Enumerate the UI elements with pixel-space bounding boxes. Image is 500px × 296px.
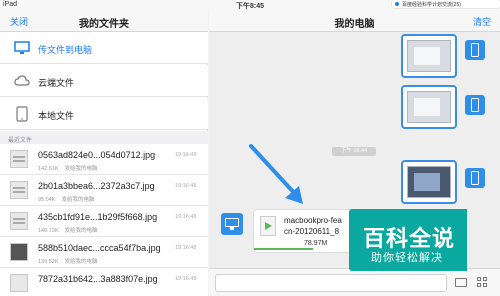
file-row[interactable]: 588b510daec...ccca54f7ba.jpg 139.52K 发给我的… bbox=[0, 237, 208, 268]
message-input[interactable] bbox=[215, 274, 447, 292]
computer-avatar-icon bbox=[221, 213, 243, 235]
phone-avatar-icon bbox=[465, 168, 485, 188]
file-time: 19:16:48 bbox=[175, 276, 197, 282]
file-time: 19:16:48 bbox=[175, 183, 197, 189]
image-thumbnail bbox=[10, 243, 28, 261]
file-size: 139.52K bbox=[38, 259, 59, 265]
left-pane: 关闭 我的文件夹 传文件到电脑 云端文件 本地文件 最近文件 0563ad824… bbox=[0, 10, 208, 296]
file-time: 19:16:48 bbox=[175, 245, 197, 251]
image-thumbnail bbox=[10, 150, 28, 168]
right-pane-title: 我的电脑 bbox=[334, 19, 375, 30]
menu-local-files[interactable]: 本地文件 bbox=[0, 98, 208, 130]
cloud-icon bbox=[14, 75, 30, 86]
file-name: 0563ad824e0...054d0712.jpg bbox=[38, 150, 156, 160]
image-thumbnail bbox=[10, 274, 28, 292]
file-message[interactable]: macbookpro-fea cn-20120611_8 78.97M bbox=[253, 209, 353, 253]
left-nav-bar: 关闭 我的文件夹 bbox=[0, 10, 208, 32]
menu-cloud-files[interactable]: 云端文件 bbox=[0, 65, 208, 97]
clear-button[interactable]: 清空 bbox=[473, 15, 491, 28]
file-row[interactable]: 0563ad824e0...054d0712.jpg 142.61K 发给我的电脑… bbox=[0, 144, 208, 175]
notification-text: 百度经验科学计划交流(25) bbox=[402, 2, 461, 8]
video-file-icon bbox=[260, 216, 276, 236]
notification-icon bbox=[395, 2, 399, 6]
file-source: 发给我的电脑 bbox=[64, 166, 98, 172]
file-source: 发给我的电脑 bbox=[61, 197, 95, 203]
file-meta: 140.73K 发给我的电脑 bbox=[38, 226, 104, 234]
phone-avatar-icon bbox=[465, 40, 485, 60]
file-time: 19:16:48 bbox=[175, 214, 197, 220]
watermark-logo: 百科全说 助你轻松解决 bbox=[349, 209, 500, 273]
image-message[interactable] bbox=[401, 34, 457, 78]
message-timestamp: 下午 08:44 bbox=[332, 147, 376, 156]
annotation-arrow-icon bbox=[249, 144, 303, 204]
file-size: 140.73K bbox=[38, 228, 59, 234]
notification-banner[interactable]: 百度经验科学计划交流(25) bbox=[392, 0, 500, 8]
menu-label: 本地文件 bbox=[38, 111, 75, 121]
watermark-subtitle: 助你轻松解决 bbox=[371, 252, 443, 264]
file-message-name-cont: cn-20120611_8 bbox=[284, 227, 340, 236]
file-meta: 139.52K 发给我的电脑 bbox=[38, 257, 104, 265]
file-size: 142.61K bbox=[38, 166, 59, 172]
file-meta: 95.04K 发给我的电脑 bbox=[38, 195, 100, 203]
right-nav-bar: 我的电脑 清空 bbox=[209, 10, 500, 32]
file-name: 435cb1fd91e...1b29f5f668.jpg bbox=[38, 212, 158, 222]
phone-avatar-icon bbox=[465, 95, 485, 115]
monitor-icon bbox=[14, 41, 30, 54]
menu-label: 传文件到电脑 bbox=[38, 45, 93, 55]
upload-progress-bar bbox=[254, 248, 313, 250]
file-name: 7872a31b642...3a883f07e.jpg bbox=[38, 274, 158, 284]
image-thumbnail bbox=[10, 181, 28, 199]
file-source: 发给我的电脑 bbox=[64, 228, 98, 234]
left-pane-title: 我的文件夹 bbox=[79, 19, 129, 30]
file-row[interactable]: 435cb1fd91e...1b29f5f668.jpg 140.73K 发给我的… bbox=[0, 206, 208, 237]
file-name: 588b510daec...ccca54f7ba.jpg bbox=[38, 243, 161, 253]
image-message[interactable] bbox=[401, 160, 457, 204]
image-thumbnail bbox=[10, 212, 28, 230]
file-message-name: macbookpro-fea bbox=[284, 216, 342, 225]
menu-label: 云端文件 bbox=[38, 78, 75, 88]
tablet-icon bbox=[16, 106, 28, 122]
file-row[interactable]: 7872a31b642...3a883f07e.jpg 19:16:48 bbox=[0, 268, 208, 296]
file-row[interactable]: 2b01a3bbea6...2372a3c7.jpg 95.04K 发给我的电脑 … bbox=[0, 175, 208, 206]
file-size: 95.04K bbox=[38, 197, 56, 203]
file-meta: 142.61K 发给我的电脑 bbox=[38, 164, 104, 172]
file-time: 19:16:49 bbox=[175, 152, 197, 158]
camera-icon[interactable] bbox=[455, 278, 467, 287]
menu-send-to-pc[interactable]: 传文件到电脑 bbox=[0, 32, 208, 64]
image-message[interactable] bbox=[401, 85, 457, 129]
file-message-size: 78.97M bbox=[304, 240, 328, 247]
recent-files-header: 最近文件 bbox=[0, 131, 208, 144]
file-source: 发给我的电脑 bbox=[64, 259, 98, 265]
file-name: 2b01a3bbea6...2372a3c7.jpg bbox=[38, 181, 155, 191]
grid-icon[interactable] bbox=[477, 277, 488, 288]
